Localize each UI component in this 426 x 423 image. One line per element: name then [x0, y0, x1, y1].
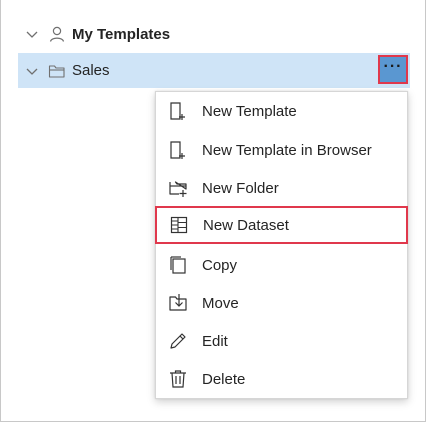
ellipsis-icon: ···	[383, 57, 403, 75]
new-template-icon	[170, 102, 185, 120]
menu-item-label: Move	[202, 294, 239, 312]
person-icon	[49, 26, 65, 42]
tree-item-label: Sales	[72, 62, 110, 79]
menu-item-new-folder[interactable]: New Folder	[156, 169, 407, 207]
copy-icon	[170, 256, 186, 274]
new-template-browser-icon	[170, 141, 185, 159]
chevron-down-icon[interactable]	[24, 63, 40, 79]
new-dataset-icon	[170, 216, 188, 234]
menu-item-copy[interactable]: Copy	[156, 246, 407, 284]
new-folder-icon	[169, 181, 187, 197]
edit-icon	[170, 333, 186, 349]
menu-item-label: New Folder	[202, 179, 279, 197]
context-menu: New Template New Template in Browser New…	[155, 91, 408, 399]
menu-item-label: New Template in Browser	[202, 141, 372, 159]
tree-item-my-templates[interactable]: My Templates	[18, 17, 408, 51]
menu-item-new-dataset[interactable]: New Dataset	[155, 206, 408, 244]
menu-item-new-template-browser[interactable]: New Template in Browser	[156, 131, 407, 169]
menu-item-label: Copy	[202, 256, 238, 274]
chevron-down-icon[interactable]	[24, 26, 40, 42]
more-options-button[interactable]: ···	[378, 55, 408, 84]
menu-item-move[interactable]: Move	[156, 284, 407, 322]
move-icon	[169, 294, 187, 311]
menu-item-label: New Template	[202, 102, 297, 120]
menu-item-new-template[interactable]: New Template	[156, 92, 407, 130]
menu-item-label: New Dataset	[203, 216, 289, 234]
delete-icon	[170, 370, 186, 388]
menu-item-delete[interactable]: Delete	[156, 360, 407, 398]
folder-icon	[48, 64, 65, 78]
tree-item-label: My Templates	[72, 25, 171, 43]
menu-item-label: Delete	[202, 370, 246, 388]
tree-item-sales[interactable]: Sales ···	[18, 53, 410, 88]
menu-item-edit[interactable]: Edit	[156, 322, 407, 360]
menu-item-label: Edit	[202, 332, 228, 350]
